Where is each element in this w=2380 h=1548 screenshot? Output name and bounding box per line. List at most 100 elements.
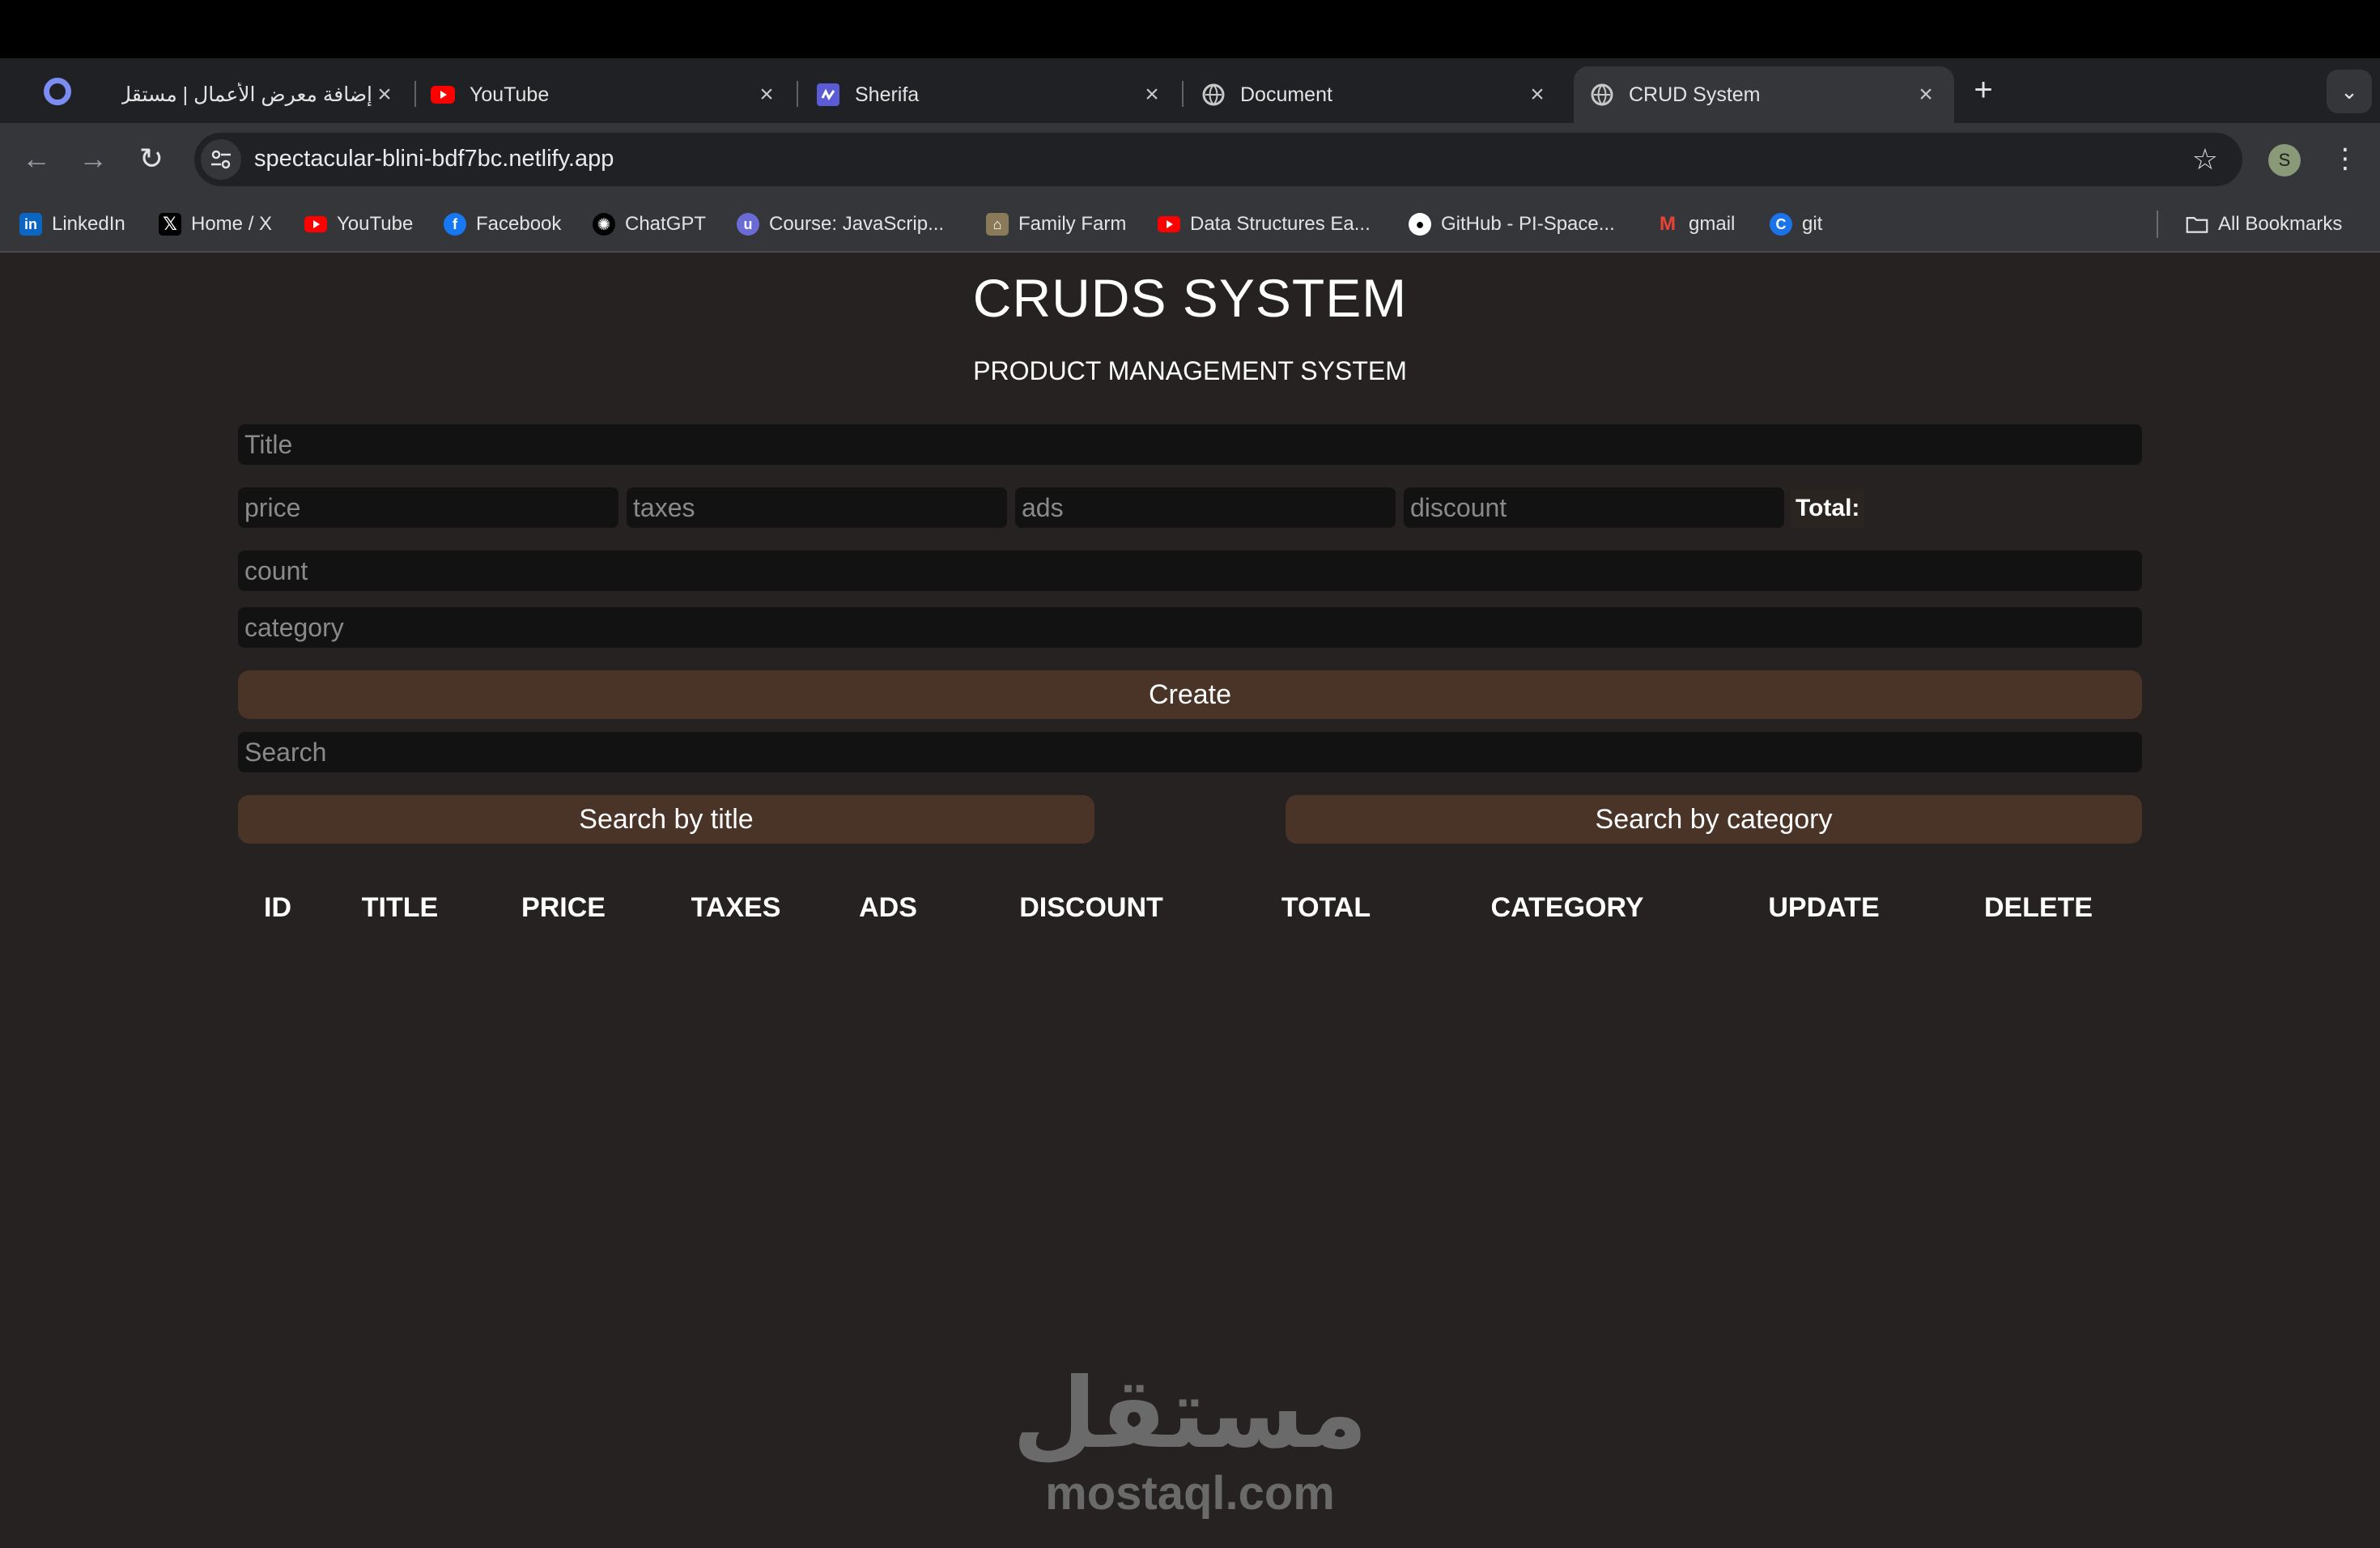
column-header-total: TOTAL	[1281, 892, 1371, 923]
title-input[interactable]	[238, 424, 2142, 465]
bookmark-github[interactable]: ● GitHub - PI-Space...	[1409, 209, 1615, 240]
column-header-category: CATEGORY	[1490, 892, 1644, 923]
bookmark-label: Data Structures Ea...	[1190, 213, 1371, 235]
close-icon[interactable]: ×	[1525, 83, 1549, 107]
search-input[interactable]	[238, 732, 2142, 772]
ads-input[interactable]	[1015, 487, 1396, 528]
page-content: CRUDS SYSTEM PRODUCT MANAGEMENT SYSTEM T…	[0, 253, 2380, 1548]
tune-icon	[211, 150, 231, 169]
category-input[interactable]	[238, 607, 2142, 648]
tab-youtube[interactable]: YouTube ×	[431, 66, 798, 123]
bookmark-label: LinkedIn	[52, 213, 125, 235]
family-farm-icon: ⌂	[986, 213, 1009, 236]
bookmark-label: Facebook	[476, 213, 562, 235]
youtube-icon	[431, 83, 455, 107]
tab-groups-icon[interactable]	[44, 78, 71, 105]
folder-icon	[2186, 213, 2208, 236]
bookmark-git[interactable]: C git	[1770, 209, 1822, 240]
x-icon: 𝕏	[159, 213, 181, 236]
toolbar: ← → ↻ spectacular-blini-bdf7bc.netlify.a…	[0, 123, 2380, 196]
bookmark-star-icon[interactable]: ☆	[2192, 142, 2218, 176]
site-info-button[interactable]	[201, 139, 241, 180]
reload-icon: ↻	[138, 142, 164, 175]
tab-title: Sherifa	[855, 83, 920, 106]
column-header-id: ID	[264, 892, 291, 923]
bookmark-family-farm[interactable]: ⌂ Family Farm	[986, 209, 1126, 240]
watermark-latin: mostaql.com	[1045, 1467, 1335, 1520]
watermark-arabic: مستقل	[1012, 1358, 1368, 1470]
tab-title: إضافة معرض الأعمال | مستقل	[121, 83, 372, 106]
avatar[interactable]: S	[2268, 144, 2301, 176]
page-title: CRUDS SYSTEM	[972, 268, 1408, 328]
bookmark-label: YouTube	[337, 213, 414, 235]
bookmark-data-structures[interactable]: Data Structures Ea...	[1158, 209, 1371, 240]
column-header-price: PRICE	[521, 892, 606, 923]
github-icon: ●	[1409, 213, 1431, 236]
column-header-title: TITLE	[361, 892, 439, 923]
tab-mostaql[interactable]: إضافة معرض الأعمال | مستقل ×	[121, 66, 416, 123]
bookmark-label: Family Farm	[1018, 213, 1127, 235]
column-header-discount: DISCOUNT	[1019, 892, 1163, 923]
chevron-down-icon: ⌄	[2340, 79, 2358, 104]
bookmarks-divider	[2157, 211, 2158, 238]
new-tab-button[interactable]: +	[1967, 74, 2000, 107]
close-icon[interactable]: ×	[1140, 83, 1164, 107]
create-button[interactable]: Create	[238, 670, 2142, 719]
course-icon: u	[737, 213, 759, 236]
bookmark-label: GitHub - PI-Space...	[1441, 213, 1615, 235]
bookmark-x[interactable]: 𝕏 Home / X	[159, 209, 272, 240]
all-bookmarks-button[interactable]: All Bookmarks	[2186, 209, 2342, 240]
globe-icon	[1201, 83, 1226, 107]
price-input[interactable]	[238, 487, 618, 528]
linkedin-icon: in	[19, 213, 42, 236]
search-by-title-button[interactable]: Search by title	[238, 795, 1094, 844]
column-header-update: UPDATE	[1768, 892, 1880, 923]
tab-title: YouTube	[470, 83, 550, 106]
back-button[interactable]: ←	[18, 141, 55, 178]
tab-title: CRUD System	[1629, 83, 1761, 106]
bookmark-label: gmail	[1689, 213, 1736, 235]
close-icon[interactable]: ×	[372, 83, 397, 107]
chatgpt-icon: ✺	[593, 213, 615, 236]
url-text[interactable]: spectacular-blini-bdf7bc.netlify.app	[254, 146, 614, 172]
bookmark-label: Home / X	[191, 213, 273, 235]
bookmark-gmail[interactable]: M gmail	[1656, 209, 1735, 240]
bookmark-course[interactable]: u Course: JavaScrip...	[737, 209, 944, 240]
facebook-icon: f	[444, 213, 466, 236]
bookmark-label: All Bookmarks	[2218, 213, 2343, 235]
bookmark-label: Course: JavaScrip...	[769, 213, 945, 235]
forward-button[interactable]: →	[74, 141, 112, 178]
column-header-taxes: TAXES	[691, 892, 781, 923]
column-header-delete: DELETE	[1983, 892, 2093, 923]
count-input[interactable]	[238, 551, 2142, 591]
tab-crud-system[interactable]: CRUD System ×	[1574, 66, 1954, 123]
bookmark-chatgpt[interactable]: ✺ ChatGPT	[593, 209, 706, 240]
menu-icon[interactable]: ⋮	[2331, 142, 2359, 178]
bookmark-facebook[interactable]: f Facebook	[444, 209, 561, 240]
address-bar[interactable]: spectacular-blini-bdf7bc.netlify.app ☆	[194, 133, 2242, 186]
mostaql-watermark: مستقل mostaql.com	[0, 1366, 2380, 1520]
close-icon[interactable]: ×	[1914, 83, 1938, 107]
tab-title: Document	[1240, 83, 1332, 106]
youtube-icon	[1158, 213, 1180, 236]
bookmarks-bar: in LinkedIn 𝕏 Home / X YouTube f Faceboo…	[0, 196, 2380, 253]
tab-sherifa[interactable]: Sherifa ×	[816, 66, 1184, 123]
git-icon: C	[1770, 213, 1792, 236]
bookmark-linkedin[interactable]: in LinkedIn	[19, 209, 125, 240]
bookmark-label: git	[1802, 213, 1823, 235]
close-icon[interactable]: ×	[754, 83, 779, 107]
tab-search-button[interactable]: ⌄	[2327, 70, 2372, 113]
tab-document[interactable]: Document ×	[1201, 66, 1549, 123]
youtube-icon	[304, 213, 327, 236]
taxes-input[interactable]	[627, 487, 1007, 528]
bookmark-youtube[interactable]: YouTube	[304, 209, 413, 240]
discount-input[interactable]	[1404, 487, 1784, 528]
tab-bar: إضافة معرض الأعمال | مستقل × YouTube × S…	[0, 58, 2380, 123]
reload-button[interactable]: ↻	[133, 141, 170, 178]
gmail-icon: M	[1660, 213, 1676, 235]
search-by-category-button[interactable]: Search by category	[1286, 795, 2142, 844]
total-label: Total:	[1791, 489, 1865, 528]
bookmark-label: ChatGPT	[625, 213, 707, 235]
page-subtitle: PRODUCT MANAGEMENT SYSTEM	[973, 356, 1407, 385]
top-strip	[0, 0, 2380, 58]
